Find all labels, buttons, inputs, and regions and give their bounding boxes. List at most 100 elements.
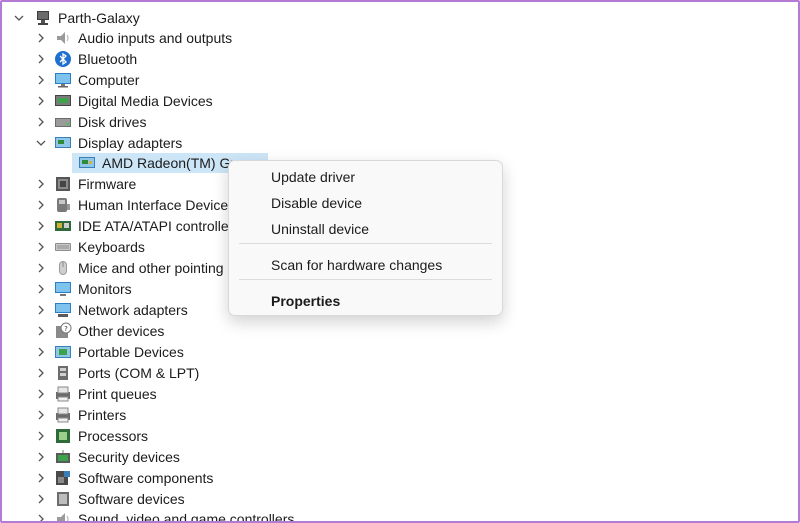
monitor-icon [54,280,72,298]
bluetooth-icon [54,50,72,68]
chevron-right-icon[interactable] [34,471,48,485]
network-adapter-icon [54,301,72,319]
mouse-icon [54,259,72,277]
tree-category-security-devices[interactable]: Security devices [34,447,180,467]
tree-category-ide-ata-atapi-controllers[interactable]: IDE ATA/ATAPI controllers [34,216,240,236]
hid-icon [54,196,72,214]
chevron-right-icon[interactable] [34,198,48,212]
tree-category-label: Firmware [78,176,137,192]
tree-category-firmware[interactable]: Firmware [34,174,136,194]
chevron-right-icon[interactable] [34,73,48,87]
disk-drive-icon [54,113,72,131]
tree-category-computer[interactable]: Computer [34,70,139,90]
chevron-right-icon[interactable] [34,345,48,359]
tree-category-human-interface-devices[interactable]: Human Interface Devices [34,195,235,215]
chevron-right-icon[interactable] [34,408,48,422]
unknown-device-icon: ? [54,322,72,340]
tree-category-label: Display adapters [78,135,183,151]
chevron-right-icon[interactable] [34,366,48,380]
tree-category-label: Network adapters [78,302,188,318]
tree-root-label: Parth-Galaxy [58,10,140,26]
tree-category-label: Sound, video and game controllers [78,511,295,523]
processor-icon [54,427,72,445]
sound-controller-icon [54,510,72,521]
tree-category-monitors[interactable]: Monitors [34,279,132,299]
firmware-icon [54,175,72,193]
chevron-right-icon[interactable] [34,219,48,233]
tree-category-label: Print queues [78,386,157,402]
tree-category-label: Monitors [78,281,132,297]
tree-category-software-components[interactable]: Software components [34,468,213,488]
keyboard-icon [54,238,72,256]
software-component-icon [54,469,72,487]
tree-item-label: AMD Radeon(TM) Gra [102,155,243,171]
chevron-right-icon[interactable] [34,52,48,66]
chevron-right-icon[interactable] [34,177,48,191]
tree-category-software-devices[interactable]: Software devices [34,489,185,509]
chevron-right-icon[interactable] [34,324,48,338]
tree-category-label: Computer [78,72,140,88]
device-manager-window: Parth-Galaxy AMD Radeon(TM) Gra Audio in… [0,0,800,523]
tree-category-audio-inputs-and-outputs[interactable]: Audio inputs and outputs [34,28,232,48]
portable-device-icon [54,343,72,361]
tree-category-label: Mice and other pointing [78,260,224,276]
chevron-right-icon[interactable] [34,512,48,521]
menu-separator [239,243,492,244]
tree-category-print-queues[interactable]: Print queues [34,384,157,404]
tree-category-label: Ports (COM & LPT) [78,365,200,381]
tree-category-printers[interactable]: Printers [34,405,126,425]
tree-category-label: Software devices [78,491,185,507]
tree-category-label: Other devices [78,323,165,339]
tree-category-label: Security devices [78,449,180,465]
chevron-right-icon[interactable] [34,492,48,506]
tree-category-label: Software components [78,470,214,486]
menu-item-uninstall-device[interactable]: Uninstall device [271,219,369,239]
chevron-right-icon[interactable] [34,303,48,317]
display-adapter-icon [54,134,72,152]
chevron-right-icon[interactable] [34,450,48,464]
tree-category-bluetooth[interactable]: Bluetooth [34,49,137,69]
tree-category-network-adapters[interactable]: Network adapters [34,300,188,320]
tree-category-other-devices[interactable]: ? Other devices [34,321,164,341]
chevron-down-icon[interactable] [12,11,26,25]
menu-item-update-driver[interactable]: Update driver [271,167,355,187]
tree-category-portable-devices[interactable]: Portable Devices [34,342,184,362]
tree-category-label: Human Interface Devices [78,197,236,213]
tree-item-amd-radeon[interactable]: AMD Radeon(TM) Gra [78,153,243,173]
display-adapter-icon [78,154,96,172]
tree-category-label: Processors [78,428,149,444]
tree-category-label: IDE ATA/ATAPI controllers [78,218,241,234]
tree-category-label: Printers [78,407,127,423]
tree-category-display-adapters[interactable]: Display adapters [34,133,182,153]
tree-root[interactable]: Parth-Galaxy [12,8,140,28]
security-device-icon [54,448,72,466]
menu-item-properties[interactable]: Properties [271,291,340,311]
tree-category-label: Portable Devices [78,344,184,360]
printer-icon [54,406,72,424]
chevron-right-icon[interactable] [34,429,48,443]
chevron-down-icon[interactable] [34,136,48,150]
chevron-right-icon[interactable] [34,387,48,401]
tree-category-digital-media-devices[interactable]: Digital Media Devices [34,91,213,111]
chevron-right-icon[interactable] [34,94,48,108]
software-device-icon [54,490,72,508]
menu-item-disable-device[interactable]: Disable device [271,193,362,213]
tree-category-ports-com-lpt[interactable]: Ports (COM & LPT) [34,363,199,383]
chevron-right-icon[interactable] [34,115,48,129]
tree-category-processors[interactable]: Processors [34,426,148,446]
tree-category-sound-video-and-game-controllers[interactable]: Sound, video and game controllers [34,509,295,523]
tree-category-label: Keyboards [78,239,145,255]
svg-text:?: ? [64,325,68,333]
tree-category-mice-and-other-pointing[interactable]: Mice and other pointing [34,258,224,278]
menu-item-scan-hardware[interactable]: Scan for hardware changes [271,255,442,275]
chevron-right-icon[interactable] [34,31,48,45]
tree-category-keyboards[interactable]: Keyboards [34,237,145,257]
tree-category-label: Audio inputs and outputs [78,30,233,46]
chevron-right-icon[interactable] [34,261,48,275]
print-queue-icon [54,385,72,403]
chevron-right-icon[interactable] [34,282,48,296]
tree-category-disk-drives[interactable]: Disk drives [34,112,146,132]
media-device-icon [54,92,72,110]
chevron-right-icon[interactable] [34,240,48,254]
computer-icon [34,9,52,27]
